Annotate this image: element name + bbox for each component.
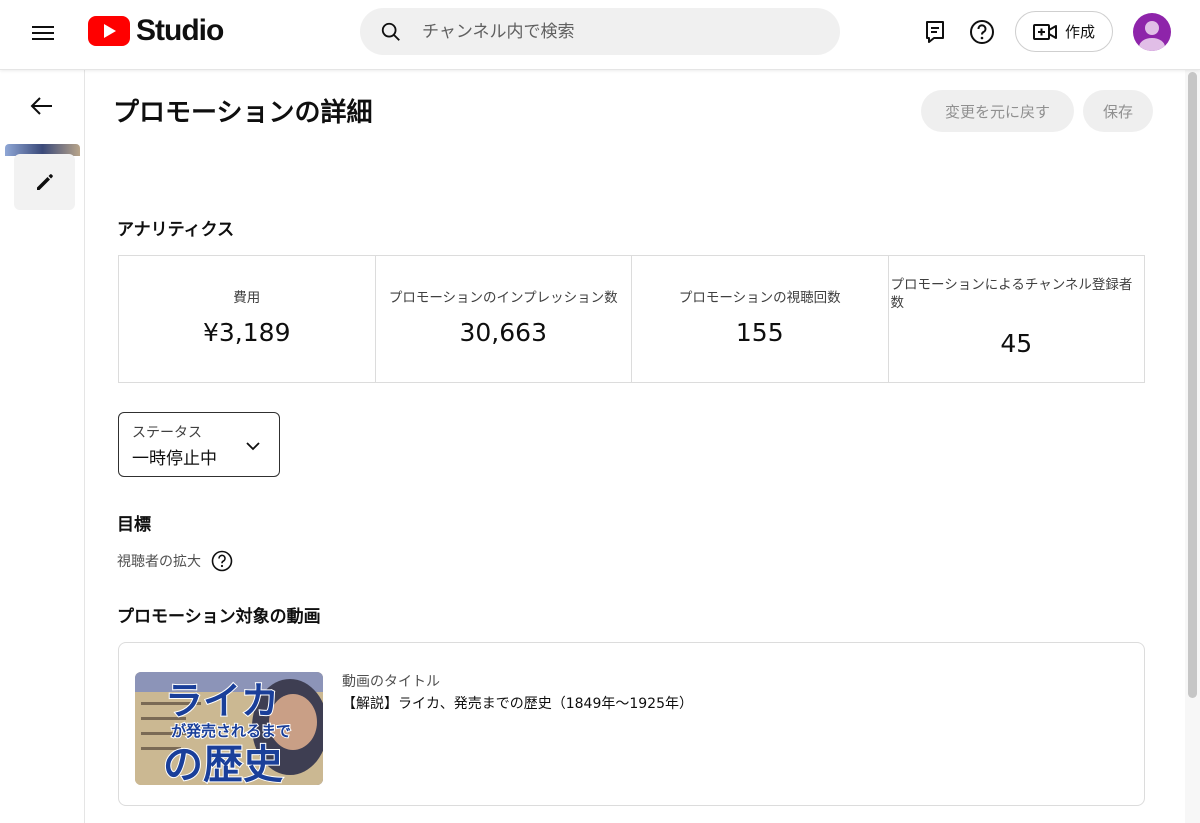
stat-value: 30,663 <box>459 318 547 347</box>
avatar[interactable] <box>1133 13 1171 51</box>
thumbnail-title-line2: が発売されるまで <box>171 722 291 740</box>
video-title: 【解説】ライカ、発売までの歴史（1849年〜1925年） <box>342 696 693 712</box>
search-bar[interactable] <box>360 8 840 55</box>
feedback-button[interactable] <box>920 17 950 47</box>
stat-label: プロモーションのインプレッション数 <box>388 290 618 306</box>
youtube-logo-icon <box>88 16 130 46</box>
top-bar: Studio 作成 <box>0 0 1200 70</box>
stat-value: 45 <box>1000 329 1033 358</box>
video-title-caption: 動画のタイトル <box>342 674 440 690</box>
page-title: プロモーションの詳細 <box>113 98 373 128</box>
promoted-video-card: ライカ が発売されるまで の歴史 動画のタイトル 【解説】ライカ、発売までの歴史… <box>118 642 1145 806</box>
thumbnail-title-line1: ライカ <box>165 678 279 723</box>
create-button[interactable]: 作成 <box>1015 11 1113 52</box>
scrollbar[interactable] <box>1185 70 1200 823</box>
thumbnail-art: ライカ が発売されるまで の歴史 <box>135 672 323 785</box>
help-icon <box>970 20 994 44</box>
pencil-icon <box>36 174 53 190</box>
status-dropdown[interactable]: ステータス 一時停止中 <box>118 412 280 477</box>
search-input[interactable] <box>422 21 802 42</box>
status-value: 一時停止中 <box>132 449 217 469</box>
arrow-back-icon <box>30 97 52 115</box>
studio-logo[interactable]: Studio <box>88 14 224 48</box>
stat-value: 155 <box>735 318 784 347</box>
stat-label: 費用 <box>233 290 261 306</box>
logo-text: Studio <box>136 14 224 47</box>
help-button[interactable] <box>967 17 997 47</box>
back-button[interactable] <box>28 92 58 122</box>
stat-impressions: プロモーションのインプレッション数 30,663 <box>376 256 632 382</box>
goal-heading: 目標 <box>117 515 151 535</box>
video-thumbnail[interactable]: ライカ が発売されるまで の歴史 <box>135 672 323 785</box>
goal-row: 視聴者の拡大 <box>117 550 233 572</box>
create-label: 作成 <box>1064 23 1095 41</box>
menu-icon[interactable] <box>32 22 56 42</box>
analytics-heading: アナリティクス <box>117 220 235 240</box>
chevron-down-icon <box>246 442 260 451</box>
stat-label: プロモーションによるチャンネル登録者数 <box>890 277 1133 311</box>
left-rail <box>0 70 85 823</box>
stat-label: プロモーションの視聴回数 <box>678 290 841 306</box>
stat-cost: 費用 ¥3,189 <box>119 256 376 382</box>
add-video-icon <box>1032 23 1057 40</box>
main-content: プロモーションの詳細 変更を元に戻す 保存 アナリティクス 費用 ¥3,189 … <box>85 70 1185 823</box>
stat-views: プロモーションの視聴回数 155 <box>632 256 889 382</box>
help-icon[interactable] <box>211 550 233 572</box>
goal-value: 視聴者の拡大 <box>117 554 201 570</box>
search-icon[interactable] <box>380 21 402 43</box>
promoted-video-heading: プロモーション対象の動画 <box>117 607 321 627</box>
feedback-icon <box>926 21 944 43</box>
save-button[interactable]: 保存 <box>1083 90 1153 132</box>
stat-value: ¥3,189 <box>203 318 291 347</box>
edit-details-button[interactable] <box>14 154 75 210</box>
avatar-person-icon <box>1139 21 1165 51</box>
stat-subscribers: プロモーションによるチャンネル登録者数 45 <box>889 256 1145 382</box>
thumbnail-title-line3: の歴史 <box>163 741 283 785</box>
analytics-stats: 費用 ¥3,189 プロモーションのインプレッション数 30,663 プロモーシ… <box>118 255 1145 383</box>
undo-changes-button[interactable]: 変更を元に戻す <box>921 90 1074 132</box>
scrollbar-thumb[interactable] <box>1188 72 1197 698</box>
status-caption: ステータス <box>132 425 202 441</box>
